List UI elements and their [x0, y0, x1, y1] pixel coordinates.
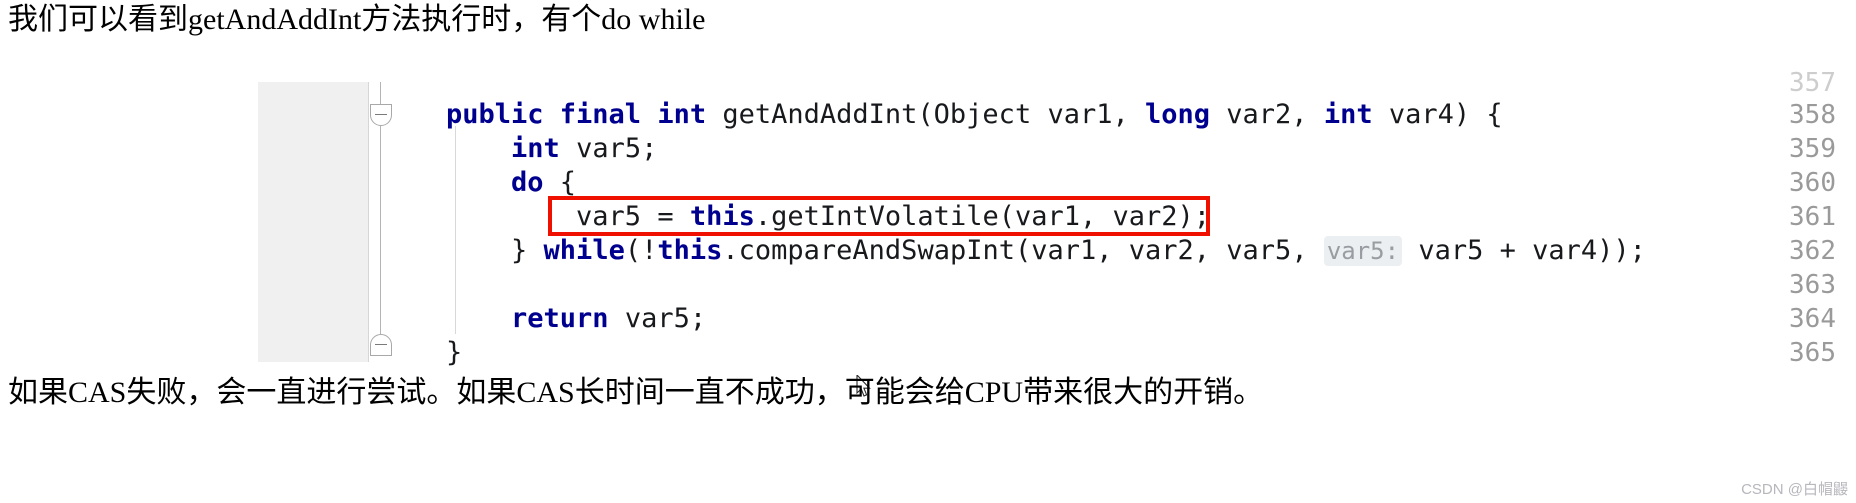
code-line-360[interactable]: do { [446, 166, 576, 199]
fold-guide-line [380, 82, 381, 104]
line-number: 359 [1789, 134, 1836, 164]
code-token: { [543, 167, 577, 198]
code-token: getAndAddInt(Object var1, [722, 99, 1145, 130]
code-token: public final int [446, 99, 723, 130]
code-token: var4) { [1388, 99, 1503, 130]
line-number: 364 [1789, 304, 1836, 334]
code-token: } [446, 337, 463, 368]
code-screenshot: 357 358 359 360 361 362 363 364 365 publ… [258, 68, 1848, 397]
fold-collapse-icon[interactable] [370, 104, 392, 126]
code-token: long [1144, 99, 1227, 130]
code-token: var5; [608, 303, 707, 334]
code-token: this [657, 235, 723, 266]
code-token: while [543, 235, 625, 266]
line-number: 358 [1789, 100, 1836, 130]
red-annotation-box [548, 196, 1210, 236]
code-token: .compareAndSwapInt(var1, var2, var5, [722, 235, 1324, 266]
line-number: 365 [1789, 338, 1836, 368]
csdn-watermark: CSDN @白帽鼹 [1741, 481, 1848, 498]
intro-paragraph: 我们可以看到getAndAddInt方法执行时，有个do while [8, 3, 706, 36]
code-token: var5; [576, 133, 658, 164]
code-token: } [446, 235, 544, 266]
line-number: 362 [1789, 236, 1836, 266]
line-number: 361 [1789, 202, 1836, 232]
gutter-divider [368, 82, 369, 362]
line-number: 357 [1789, 68, 1836, 98]
code-line-364[interactable]: return var5; [446, 302, 706, 335]
code-token: var2, [1226, 99, 1324, 130]
code-token: (! [624, 235, 658, 266]
line-number: 363 [1789, 270, 1836, 300]
code-token: do [511, 167, 544, 198]
code-line-362[interactable]: } while(!this.compareAndSwapInt(var1, va… [446, 234, 1646, 268]
code-line-365[interactable]: } [446, 336, 462, 369]
code-token: var5 + var4)); [1402, 235, 1646, 266]
inline-parameter-hint: var5: [1323, 236, 1403, 266]
editor-gutter [258, 82, 368, 362]
code-token: int [1323, 99, 1389, 130]
code-token: int [511, 133, 577, 164]
line-number: 360 [1789, 168, 1836, 198]
fold-expand-icon[interactable] [370, 334, 392, 356]
code-token: return [511, 303, 609, 334]
fold-guide-line [380, 126, 381, 334]
code-line-358[interactable]: public final int getAndAddInt(Object var… [446, 98, 1503, 131]
code-line-359[interactable]: int var5; [446, 132, 657, 165]
outro-paragraph: 如果CAS失败，会一直进行尝试。如果CAS长时间一直不成功，可能会给CPU带来很… [8, 376, 1264, 409]
